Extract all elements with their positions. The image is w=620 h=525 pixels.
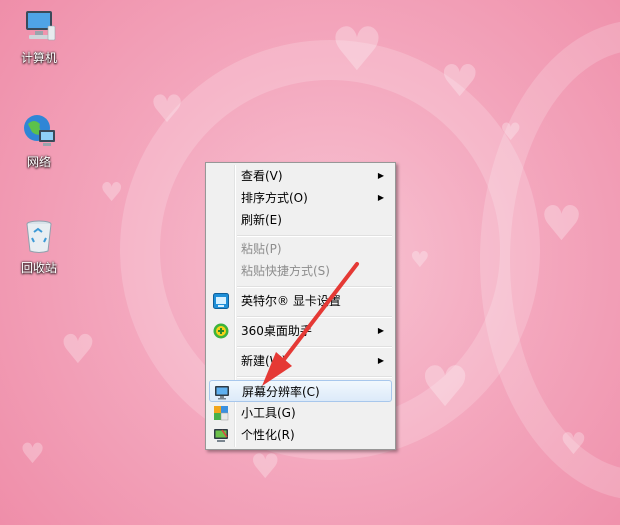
annotation-arrow [262, 262, 359, 386]
